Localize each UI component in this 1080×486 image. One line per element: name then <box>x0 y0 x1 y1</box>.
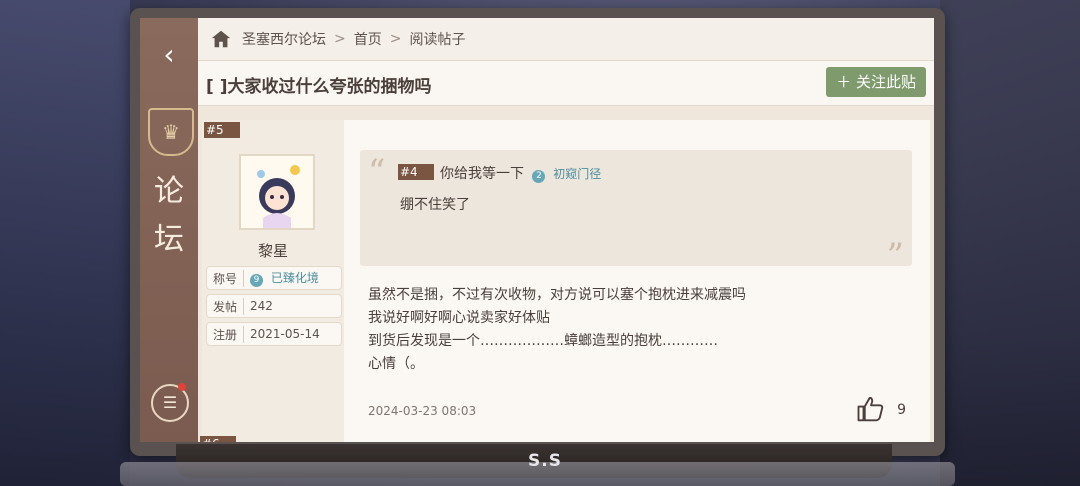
quote-open-icon: “ <box>368 152 386 192</box>
author-title-label: 称号 <box>207 269 244 287</box>
quote-block: “ #4 你给我等一下 2 初窥门径 绷不住笑了 ” <box>360 150 912 276</box>
sidebar: ‹ ♛ 论 坛 ☰ <box>140 18 198 442</box>
author-panel: #5 黎星 称号 9 已臻化境 发帖 242 注册 2021-05-14 <box>202 120 344 442</box>
floor-badge: #5 <box>204 122 240 138</box>
author-reg-label: 注册 <box>207 325 244 343</box>
breadcrumb: 圣塞西尔论坛 > 首页 > 阅读帖子 <box>198 18 934 60</box>
crest-icon: ♛ <box>148 108 194 156</box>
back-button[interactable]: ‹ <box>150 38 188 72</box>
like-count: 9 <box>897 402 906 418</box>
author-posts-row: 发帖 242 <box>206 294 342 318</box>
author-name[interactable]: 黎星 <box>202 240 344 261</box>
home-icon[interactable] <box>210 28 232 50</box>
post-title: [ ]大家收过什么夸张的捆物吗 <box>206 77 432 97</box>
author-posts-label: 发帖 <box>207 297 244 315</box>
quote-header: 你给我等一下 2 初窥门径 <box>440 163 601 183</box>
quote-rank: 初窥门径 <box>553 167 602 181</box>
post-title-bar: [ ]大家收过什么夸张的捆物吗 ＋ 关注此贴 <box>198 60 934 106</box>
level-badge-icon: 9 <box>250 274 263 287</box>
breadcrumb-current: 阅读帖子 <box>409 32 466 48</box>
author-title-value: 已臻化境 <box>270 271 319 285</box>
follow-post-button[interactable]: ＋ 关注此贴 <box>826 67 926 97</box>
post-line: 心情（。 <box>368 356 424 372</box>
post-timestamp: 2024-03-23 08:03 <box>368 404 477 418</box>
background-left <box>0 0 130 486</box>
post-area: #5 黎星 称号 9 已臻化境 发帖 242 注册 2021-05-14 “ #… <box>198 106 934 442</box>
post-line: 虽然不是捆，不过有次收物，对方说可以塞个抱枕进来减震吗 <box>368 287 746 303</box>
author-reg-value: 2021-05-14 <box>250 327 320 341</box>
author-title-row: 称号 9 已臻化境 <box>206 266 342 290</box>
breadcrumb-forum[interactable]: 圣塞西尔论坛 <box>242 29 326 49</box>
breadcrumb-home[interactable]: 首页 <box>354 29 382 49</box>
post-line: 到货后发现是一个………………蟑螂造型的抱枕………… <box>368 333 718 349</box>
brand-logo: S.S <box>528 451 562 471</box>
quote-close-icon: ” <box>886 236 904 276</box>
post-message: 虽然不是捆，不过有次收物，对方说可以塞个抱枕进来减震吗 我说好啊好啊心说卖家好体… <box>368 284 746 376</box>
author-posts-value: 242 <box>250 299 273 313</box>
background-right <box>940 0 1080 486</box>
next-floor-badge: #6 <box>200 436 236 442</box>
follow-label: 关注此贴 <box>855 73 916 91</box>
chevron-right-icon: > <box>334 31 346 47</box>
plus-icon: ＋ <box>836 73 852 91</box>
avatar[interactable] <box>239 154 315 230</box>
level-badge-icon: 2 <box>532 170 546 183</box>
quote-author-text: 你给我等一下 <box>440 166 524 182</box>
notification-dot <box>178 383 186 391</box>
quote-floor-badge: #4 <box>398 164 434 180</box>
quote-text: 绷不住笑了 <box>400 197 470 213</box>
author-reg-row: 注册 2021-05-14 <box>206 322 342 346</box>
post-line: 我说好啊好啊心说卖家好体贴 <box>368 310 550 326</box>
sidebar-title-1: 论 <box>154 174 184 209</box>
forum-screen: ‹ ♛ 论 坛 ☰ 圣塞西尔论坛 > 首页 > 阅读帖子 [ ]大家收过什么夸张… <box>140 18 934 442</box>
sidebar-title-2: 坛 <box>154 222 184 257</box>
chevron-right-icon: > <box>389 31 402 47</box>
post-body: “ #4 你给我等一下 2 初窥门径 绷不住笑了 ” 虽然不是捆，不过有次收物，… <box>344 120 930 442</box>
thumbs-up-icon[interactable] <box>856 394 886 424</box>
